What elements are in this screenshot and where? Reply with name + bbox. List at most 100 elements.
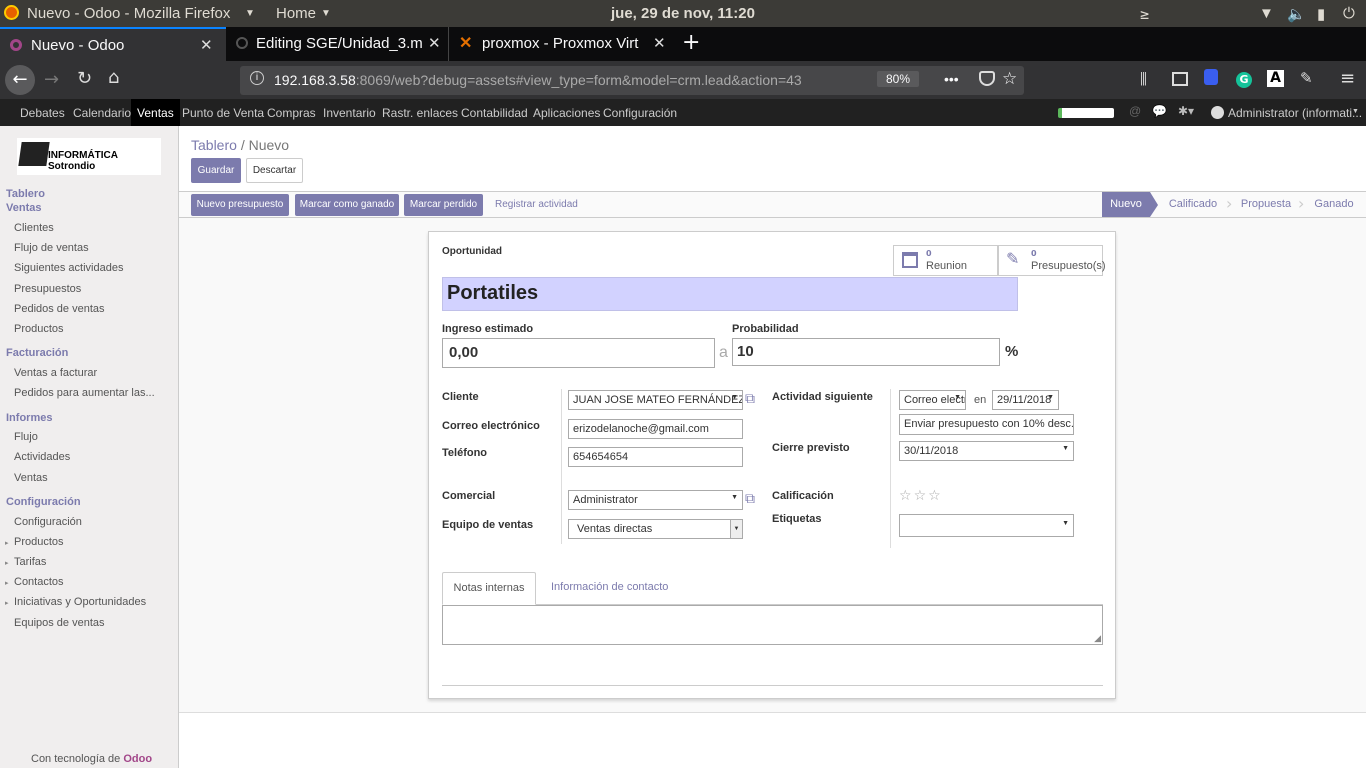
- grammarly-icon[interactable]: G: [1236, 72, 1252, 88]
- star-icon[interactable]: ☆: [928, 488, 943, 504]
- new-tab-icon[interactable]: +: [682, 30, 700, 55]
- mark-won-button[interactable]: Marcar como ganado: [295, 194, 399, 216]
- clock[interactable]: jue, 29 de nov, 11:20: [611, 5, 755, 22]
- resize-handle-icon[interactable]: ◢: [1094, 634, 1101, 644]
- menu-debates[interactable]: Debates: [20, 106, 65, 120]
- power-icon[interactable]: ⏻: [1343, 5, 1355, 22]
- pocket-icon[interactable]: [979, 71, 995, 86]
- sidebar-configuracion[interactable]: Configuración: [6, 496, 81, 508]
- sidebar-item-ventas-a-facturar[interactable]: Ventas a facturar: [14, 367, 97, 379]
- menu-rastr-enlaces[interactable]: Rastr. enlaces: [382, 106, 458, 120]
- next-activity-type-field[interactable]: Correo electrónico▼: [899, 390, 966, 410]
- salesperson-field[interactable]: Administrator ▼: [568, 490, 743, 510]
- expand-arrow-icon[interactable]: ▸: [5, 539, 9, 547]
- sales-team-select[interactable]: Ventas directas ▼: [568, 519, 743, 539]
- new-quotation-button[interactable]: Nuevo presupuesto: [191, 194, 289, 216]
- chat-icon[interactable]: 💬: [1152, 104, 1167, 118]
- zoom-indicator[interactable]: 80%: [877, 71, 920, 87]
- home-menu[interactable]: Home: [276, 5, 316, 22]
- opportunity-name-field[interactable]: Portatiles: [442, 277, 1018, 311]
- email-field[interactable]: erizodelanoche@gmail.com: [568, 419, 743, 439]
- url-text[interactable]: 192.168.3.58:8069/web?debug=assets#view_…: [274, 72, 844, 88]
- battery-icon[interactable]: ▮: [1317, 5, 1325, 23]
- stage-nuevo[interactable]: Nuevo: [1102, 192, 1150, 217]
- bookmark-star-icon[interactable]: ☆: [1002, 69, 1017, 89]
- library-icon[interactable]: ⫼: [1140, 70, 1147, 88]
- wifi-icon[interactable]: ▼: [1259, 5, 1274, 22]
- menu-calendario[interactable]: Calendario: [73, 106, 131, 120]
- close-tab-icon[interactable]: ✕: [200, 36, 213, 54]
- close-tab-icon[interactable]: ✕: [428, 34, 441, 52]
- quotations-smart-button[interactable]: ✎ 0 Presupuesto(s): [998, 245, 1106, 276]
- gnome-extension-icon[interactable]: ✎: [1300, 69, 1313, 87]
- page-actions-icon[interactable]: •••: [944, 71, 959, 87]
- star-icon[interactable]: ☆: [914, 488, 929, 504]
- sidebar-item-flujo-de-ventas[interactable]: Flujo de ventas: [14, 242, 89, 254]
- log-activity-button[interactable]: Registrar actividad: [495, 199, 578, 210]
- external-link-icon[interactable]: ⧉: [745, 391, 755, 407]
- sidebar-icon[interactable]: [1172, 72, 1188, 86]
- font-extension-icon[interactable]: A: [1267, 70, 1284, 87]
- menu-configuracion[interactable]: Configuración: [603, 106, 677, 120]
- menu-aplicaciones[interactable]: Aplicaciones: [533, 106, 600, 120]
- expand-arrow-icon[interactable]: ▸: [5, 579, 9, 587]
- url-bar[interactable]: i 192.168.3.58:8069/web?debug=assets#vie…: [240, 66, 1024, 95]
- tab-informacion-de-contacto[interactable]: Información de contacto: [551, 581, 668, 593]
- menu-compras[interactable]: Compras: [267, 106, 316, 120]
- terminal-icon[interactable]: ≥: [1140, 5, 1149, 23]
- sidebar-item-siguientes-actividades[interactable]: Siguientes actividades: [14, 262, 123, 274]
- discuss-icon[interactable]: @: [1129, 104, 1141, 118]
- app-menu-arrow-icon[interactable]: ▼: [245, 8, 255, 19]
- sidebar-item-actividades[interactable]: Actividades: [14, 451, 70, 463]
- sidebar-item-flujo[interactable]: Flujo: [14, 431, 38, 443]
- external-link-icon[interactable]: ⧉: [745, 491, 755, 507]
- star-icon[interactable]: ☆: [899, 488, 914, 504]
- sidebar-item-config-productos[interactable]: Productos: [14, 536, 64, 548]
- breadcrumb-tablero[interactable]: Tablero: [191, 137, 237, 153]
- debug-bug-icon[interactable]: ✱▾: [1178, 104, 1194, 118]
- sidebar-item-tarifas[interactable]: Tarifas: [14, 556, 46, 568]
- sidebar-item-configuracion[interactable]: Configuración: [14, 516, 82, 528]
- expected-revenue-field[interactable]: 0,00: [442, 338, 715, 368]
- tab-proxmox[interactable]: ✕ proxmox - Proxmox Virt ✕: [448, 27, 674, 61]
- meetings-smart-button[interactable]: 0 Reunion: [893, 245, 998, 276]
- phone-field[interactable]: 654654654: [568, 447, 743, 467]
- sidebar-item-iniciativas[interactable]: Iniciativas y Oportunidades: [14, 596, 146, 608]
- sidebar-facturacion[interactable]: Facturación: [6, 347, 68, 359]
- info-icon[interactable]: i: [250, 71, 264, 85]
- sidebar-item-pedidos-aumentar[interactable]: Pedidos para aumentar las...: [14, 387, 155, 399]
- volume-icon[interactable]: 🔈: [1287, 5, 1306, 23]
- sidebar-item-ventas-report[interactable]: Ventas: [14, 472, 48, 484]
- tags-field[interactable]: ▼: [899, 514, 1074, 537]
- avatar[interactable]: [1211, 106, 1224, 119]
- sidebar-ventas[interactable]: Ventas: [6, 202, 41, 214]
- back-button[interactable]: ←: [5, 65, 35, 95]
- home-menu-arrow-icon[interactable]: ▼: [321, 8, 331, 19]
- customer-field[interactable]: JUAN JOSE MATEO FERNÁNDEZ ▼: [568, 390, 743, 410]
- rating-stars[interactable]: ☆☆☆: [899, 488, 943, 504]
- stage-ganado[interactable]: Ganado: [1309, 192, 1359, 217]
- forward-button[interactable]: →: [44, 69, 59, 90]
- tab-odoo[interactable]: Nuevo - Odoo ✕: [0, 27, 226, 61]
- sidebar-item-productos[interactable]: Productos: [14, 323, 64, 335]
- odoo-brand-link[interactable]: Odoo: [123, 753, 152, 765]
- user-menu-caret-icon[interactable]: ▼: [1352, 108, 1359, 115]
- menu-inventario[interactable]: Inventario: [323, 106, 376, 120]
- expand-arrow-icon[interactable]: ▸: [5, 599, 9, 607]
- probability-field[interactable]: 10: [732, 338, 1000, 366]
- user-menu[interactable]: Administrator (informati...: [1228, 106, 1362, 120]
- hamburger-menu-icon[interactable]: ≡: [1340, 68, 1355, 89]
- next-activity-summary-field[interactable]: Enviar presupuesto con 10% desc.: [899, 414, 1074, 435]
- sidebar-item-clientes[interactable]: Clientes: [14, 222, 54, 234]
- mark-lost-button[interactable]: Marcar perdido: [404, 194, 483, 216]
- menu-ventas[interactable]: Ventas: [131, 99, 180, 126]
- sidebar-item-pedidos-de-ventas[interactable]: Pedidos de ventas: [14, 303, 105, 315]
- discard-button[interactable]: Descartar: [246, 158, 303, 183]
- menu-contabilidad[interactable]: Contabilidad: [461, 106, 528, 120]
- sidebar-item-presupuestos[interactable]: Presupuestos: [14, 283, 81, 295]
- sidebar-item-contactos[interactable]: Contactos: [14, 576, 64, 588]
- close-tab-icon[interactable]: ✕: [653, 34, 666, 52]
- expand-arrow-icon[interactable]: ▸: [5, 559, 9, 567]
- lock-extension-icon[interactable]: [1204, 69, 1218, 85]
- tab-editing[interactable]: Editing SGE/Unidad_3.m ✕: [226, 27, 448, 61]
